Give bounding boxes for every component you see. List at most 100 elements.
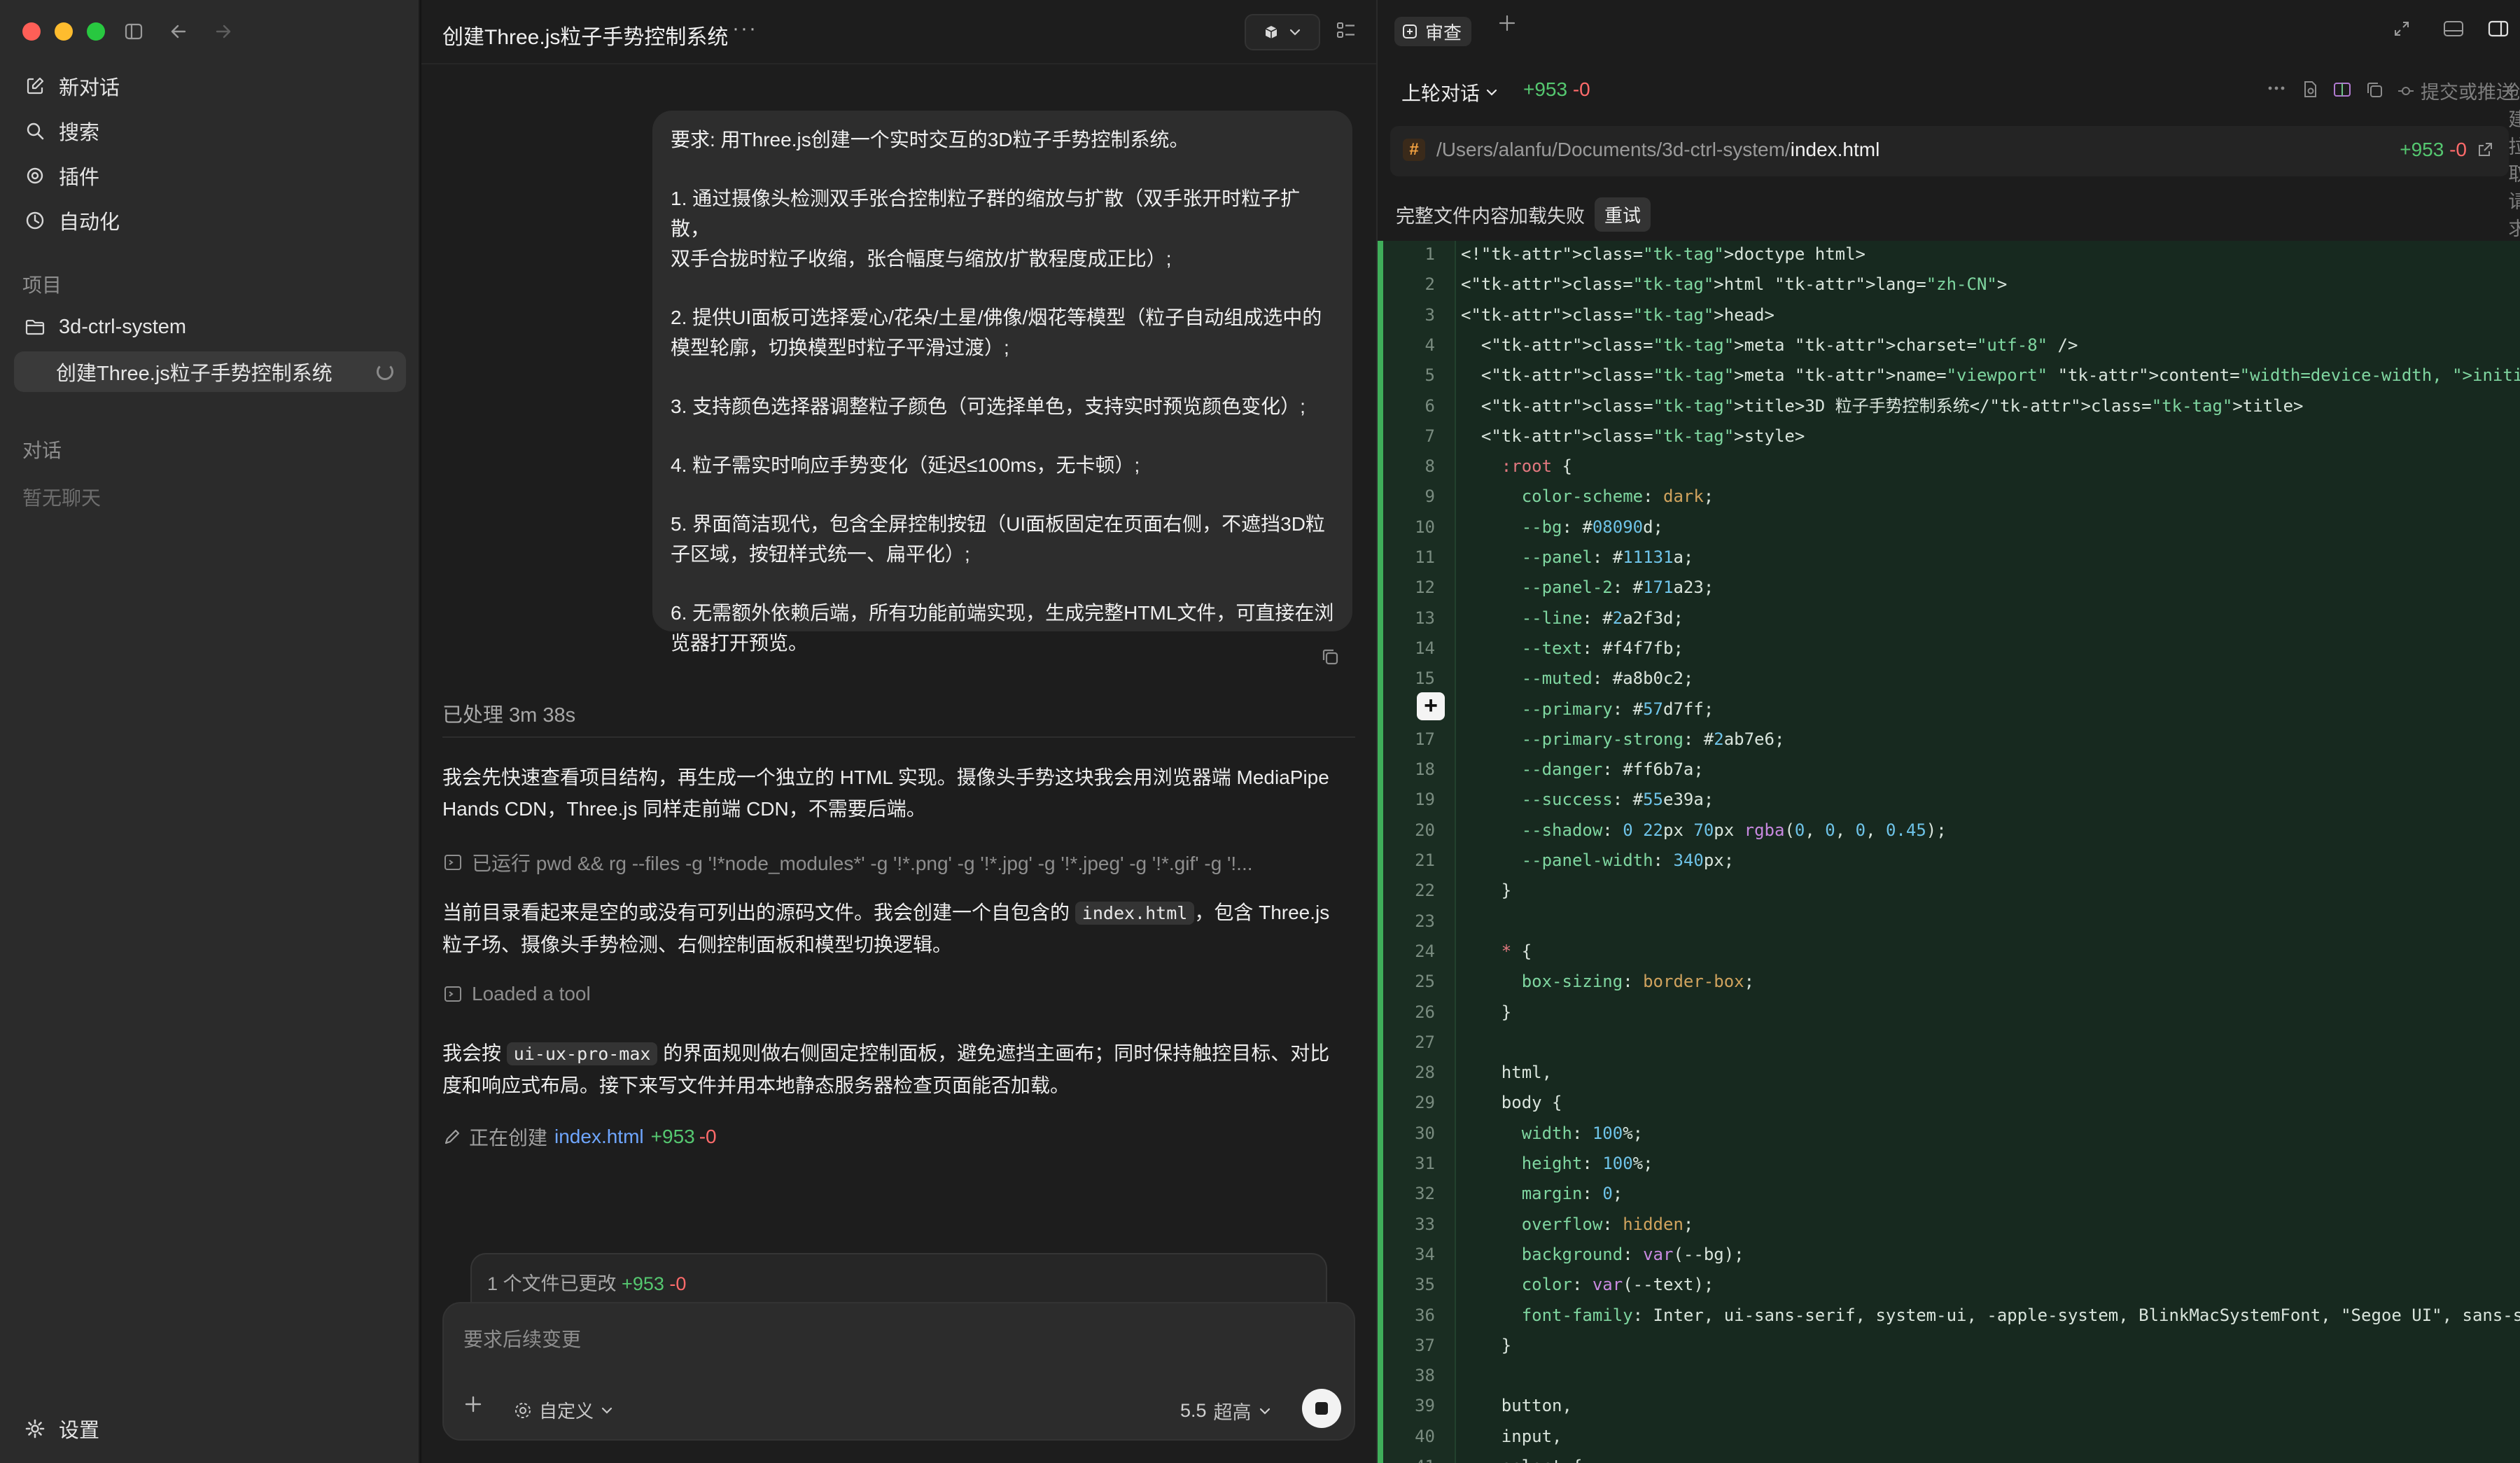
line-number: 9 — [1424, 486, 1435, 507]
plus-icon — [1499, 15, 1516, 31]
search-icon — [22, 118, 48, 144]
line-number: 27 — [1415, 1032, 1435, 1052]
composer-input[interactable]: 要求后续变更 — [463, 1324, 581, 1352]
sidebar-item-project[interactable]: 3d-ctrl-system — [18, 307, 410, 347]
code-line: 32 margin: 0; — [1378, 1179, 2520, 1209]
copy-icon[interactable] — [2365, 80, 2384, 99]
line-number: 8 — [1424, 456, 1435, 477]
line-number: 39 — [1415, 1396, 1435, 1416]
line-number: 37 — [1415, 1335, 1435, 1355]
side-panel-icon[interactable] — [2488, 20, 2509, 38]
split-view-icon[interactable] — [2332, 80, 2352, 99]
add-attachment-button[interactable] — [463, 1394, 483, 1414]
command-run-entry[interactable]: 已运行 pwd && rg --files -g '!*node_modules… — [442, 848, 1359, 876]
code-text: :root { — [1501, 456, 1572, 477]
file-search-icon[interactable] — [2300, 80, 2320, 99]
add-comment-button[interactable]: + — [1417, 692, 1445, 720]
code-line: 22 } — [1378, 876, 2520, 906]
minimize-window-button[interactable] — [55, 22, 73, 41]
html-file-icon: # — [1403, 139, 1425, 161]
terminal-panel-icon[interactable] — [2443, 20, 2464, 38]
sidebar-item-plugins[interactable]: 插件 — [18, 155, 410, 196]
tab-label: 审查 — [1425, 22, 1462, 43]
lines-added: +953 — [1523, 78, 1568, 100]
code-text: --panel-2: #171a23; — [1521, 578, 1714, 598]
custom-mode-button[interactable]: 自定义 — [514, 1397, 613, 1423]
code-text: input, — [1461, 1426, 1562, 1446]
sidebar-item-automation[interactable]: 自动化 — [18, 200, 410, 241]
lines-removed: -0 — [669, 1273, 687, 1294]
tool-loaded-entry[interactable]: Loaded a tool — [442, 983, 1359, 1005]
retry-button[interactable]: 重试 — [1595, 197, 1651, 232]
code-text: box-sizing: border-box; — [1521, 972, 1755, 992]
text-span: 的界面规则做右侧固定控制面板，避免遮挡主画布；同时保持触控目标、对比 — [657, 1042, 1330, 1064]
line-number: 17 — [1415, 729, 1435, 749]
code-text: html, — [1461, 1063, 1553, 1083]
more-options-button[interactable]: ··· — [732, 17, 757, 41]
close-window-button[interactable] — [22, 22, 41, 41]
code-text: } — [1461, 1002, 1512, 1022]
sidebar-item-search[interactable]: 搜索 — [18, 111, 410, 151]
code-text: <"tk-attr">class="tk-tag">title>3D 粒子手势控… — [1461, 396, 2304, 416]
code-text: --primary-strong: #2ab7e6; — [1521, 729, 1785, 749]
code-line: 39 button, — [1378, 1391, 2520, 1421]
zoom-window-button[interactable] — [87, 22, 105, 41]
add-tab-button[interactable] — [1498, 14, 1516, 32]
code-line: 40 input, — [1378, 1422, 2520, 1452]
code-diff-view[interactable]: 1 <!"tk-attr">class="tk-tag">doctype html… — [1378, 241, 2520, 1463]
line-number: 29 — [1415, 1093, 1435, 1113]
sidebar: 新对话 搜索 插件 自动化 项目 3d-ctrl-system 创建Three.… — [0, 0, 420, 1463]
code-text: font-family: Inter, ui-sans-serif, syste… — [1521, 1305, 2520, 1325]
code-line: 12 --panel-2: #171a23; — [1378, 573, 2520, 603]
processing-time[interactable]: 已处理 3m 38s — [442, 699, 575, 728]
task-list-icon[interactable] — [1336, 20, 1357, 41]
sidebar-toggle-icon[interactable] — [120, 18, 147, 45]
chevron-down-icon — [1486, 89, 1497, 96]
creating-file-entry[interactable]: 正在创建 index.html +953 -0 — [442, 1123, 717, 1151]
sidebar-item-label: 新对话 — [59, 77, 120, 99]
forward-arrow-icon[interactable] — [210, 18, 237, 45]
line-number: 13 — [1415, 608, 1435, 628]
files-changed-label: 1 个文件已更改 — [487, 1273, 617, 1294]
code-text: background: var(--bg); — [1521, 1244, 1744, 1264]
chevron-down-icon — [1259, 1408, 1270, 1415]
line-number: 25 — [1415, 972, 1435, 992]
sidebar-item-settings[interactable]: 设置 — [18, 1408, 410, 1449]
user-message-intro: 要求: 用Three.js创建一个实时交互的3D粒子手势控制系统。 — [671, 129, 1189, 150]
expand-icon[interactable] — [2393, 20, 2411, 38]
open-external-icon[interactable] — [2477, 141, 2493, 158]
model-select[interactable]: 5.5 超高 — [1180, 1397, 1271, 1424]
line-number: 12 — [1415, 578, 1435, 598]
files-changed-bar[interactable]: 1 个文件已更改 +953 -0 — [470, 1253, 1327, 1308]
more-options-icon[interactable] — [2267, 80, 2286, 97]
chevron-down-icon — [1289, 29, 1301, 36]
stop-generation-button[interactable] — [1302, 1389, 1341, 1428]
line-number: 23 — [1415, 911, 1435, 931]
code-line: 17 --primary-strong: #2ab7e6; — [1378, 724, 2520, 755]
code-line: 21 --panel-width: 340px; — [1378, 846, 2520, 876]
line-number: 6 — [1424, 396, 1435, 416]
file-path-bar[interactable]: # /Users/alanfu/Documents/3d-ctrl-system… — [1390, 126, 2509, 176]
code-text: <"tk-attr">class="tk-tag">head> — [1461, 304, 1774, 325]
sidebar-item-new-chat[interactable]: 新对话 — [18, 66, 410, 106]
code-line: 19 --success: #55e39a; — [1378, 785, 2520, 815]
line-number: 22 — [1415, 881, 1435, 901]
paragraph-line: 度和响应式布局。接下来写文件并用本地静态服务器检查页面能否加载。 — [442, 1074, 1070, 1096]
chat-header: 创建Three.js粒子手势控制系统 ··· — [421, 0, 1376, 64]
code-text: width: 100%; — [1521, 1123, 1644, 1143]
code-line: 38 — [1378, 1361, 2520, 1391]
line-number: 30 — [1415, 1123, 1435, 1143]
model-switcher-button[interactable] — [1245, 14, 1320, 50]
sidebar-item-active-thread[interactable]: 创建Three.js粒子手势控制系统 — [14, 351, 406, 392]
code-line: 18 --danger: #ff6b7a; — [1378, 755, 2520, 785]
created-file-link[interactable]: index.html — [554, 1126, 644, 1148]
code-text: <"tk-attr">class="tk-tag">meta "tk-attr"… — [1461, 335, 2078, 355]
code-text: --text: #f4f7fb; — [1521, 638, 1684, 658]
back-arrow-icon[interactable] — [165, 18, 192, 45]
round-select[interactable]: 上轮对话 — [1401, 78, 1498, 106]
copy-icon[interactable] — [1320, 647, 1340, 666]
line-number: 26 — [1415, 1002, 1435, 1022]
tab-review[interactable]: 审查 — [1394, 17, 1472, 46]
code-text: height: 100%; — [1521, 1154, 1653, 1173]
paragraph-line: 我会按 ui-ux-pro-max 的界面规则做右侧固定控制面板，避免遮挡主画布… — [442, 1037, 1359, 1070]
